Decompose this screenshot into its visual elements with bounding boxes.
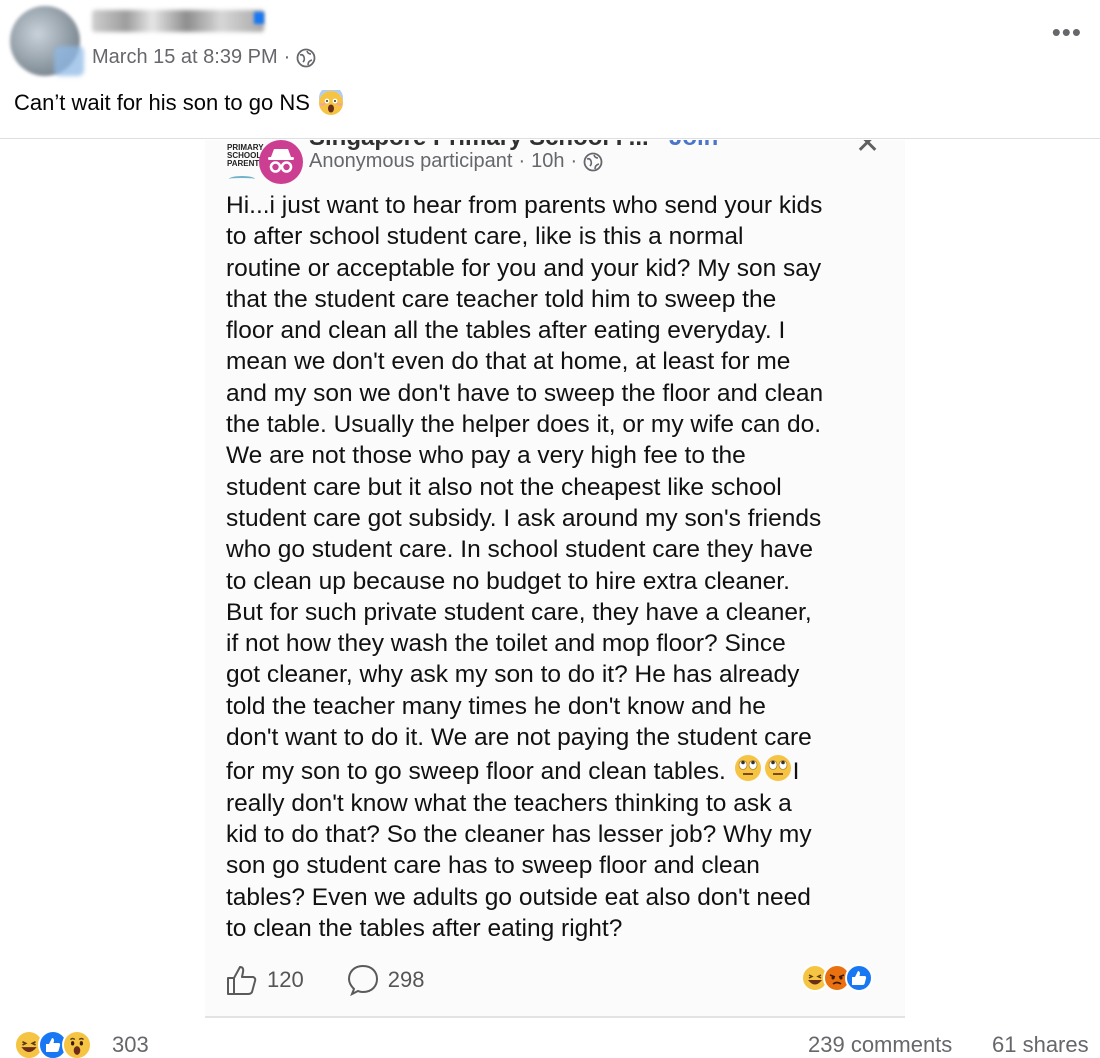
join-label-cut: Join <box>669 140 718 152</box>
wow-reaction-icon <box>62 1030 92 1058</box>
caption-text: Can’t wait for his son to go NS <box>14 90 310 115</box>
group-logo-wave <box>229 176 255 182</box>
author-avatar[interactable] <box>10 6 84 80</box>
anon-separator-2: · <box>570 150 578 172</box>
screenshot-reactions <box>801 964 873 992</box>
globe-icon[interactable] <box>296 48 316 68</box>
screenshot-body: Hi...i just want to hear from parents wh… <box>226 190 898 944</box>
screenshot-comment: 298 <box>346 963 425 997</box>
eye-roll-icon <box>734 755 761 782</box>
header-divider <box>0 138 1100 139</box>
post-timestamp[interactable]: March 15 at 8:39 PM <box>92 46 278 69</box>
comments-count[interactable]: 239 comments <box>808 1032 952 1058</box>
avatar-badge <box>54 46 84 76</box>
screenshot-like-count: 120 <box>267 967 304 992</box>
meta-separator: · <box>283 46 291 68</box>
screenshot-body-part1: Hi...i just want to hear from parents wh… <box>226 192 824 786</box>
screenshot-actions: 120 298 <box>225 962 466 998</box>
eye-roll-icon <box>764 755 791 782</box>
speech-bubble-icon <box>347 964 378 997</box>
anon-time: 10h <box>531 150 565 172</box>
anon-separator: · <box>518 150 526 172</box>
post-footer: 303 239 comments 61 shares <box>0 1026 1100 1058</box>
shared-screenshot[interactable]: Singapore Primary School P... Join ✕ PRI… <box>205 140 905 1018</box>
like-reaction-icon <box>845 964 873 992</box>
reaction-count[interactable]: 303 <box>112 1032 149 1058</box>
face-screaming-icon <box>318 90 343 115</box>
post-meta: March 15 at 8:39 PM · <box>92 46 316 69</box>
shares-count[interactable]: 61 shares <box>992 1032 1089 1058</box>
anonymous-participant-icon <box>259 140 303 184</box>
anonymous-meta: Anonymous participant · 10h · <box>309 150 603 173</box>
post-header: March 15 at 8:39 PM · ••• Can’t wait for… <box>0 0 1100 140</box>
author-name-redacted-mark <box>254 12 264 24</box>
reactions-summary[interactable] <box>14 1030 92 1058</box>
screenshot-comment-count: 298 <box>387 967 425 992</box>
screenshot-bottom-edge <box>205 1016 905 1018</box>
post-caption: Can’t wait for his son to go NS <box>14 90 344 116</box>
more-options-icon[interactable]: ••• <box>1052 19 1082 45</box>
screenshot-body-part2: I really don't know what the teachers th… <box>226 758 812 942</box>
screenshot-like: 120 <box>225 963 304 997</box>
close-icon: ✕ <box>855 140 881 160</box>
anonymous-author: Anonymous participant <box>309 150 513 172</box>
thumbs-up-icon <box>227 966 257 995</box>
author-name-redacted[interactable] <box>92 10 264 32</box>
globe-icon <box>583 152 603 171</box>
